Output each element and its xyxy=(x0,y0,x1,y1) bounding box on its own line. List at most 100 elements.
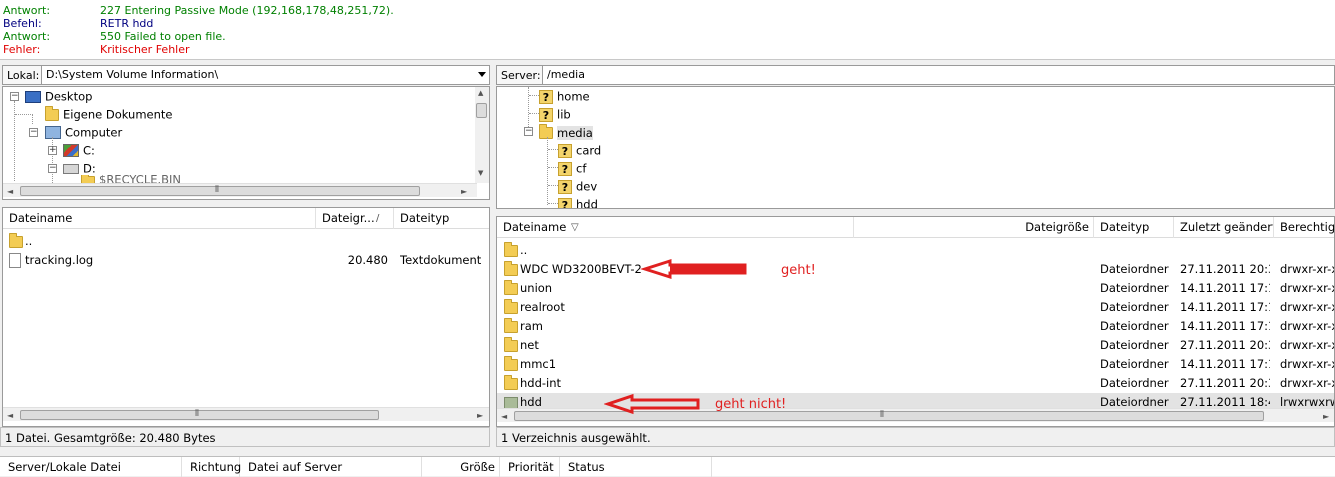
annotation-arrow-fails xyxy=(604,393,700,415)
column-modified[interactable]: Zuletzt geändert xyxy=(1174,217,1274,238)
file-name: union xyxy=(520,281,553,295)
message-log[interactable]: Antwort: 227 Entering Passive Mode (192,1… xyxy=(0,0,1335,60)
column-permissions[interactable]: Berechtigu xyxy=(1274,217,1334,238)
file-name: mmc1 xyxy=(520,357,557,371)
log-text: Kritischer Fehler xyxy=(100,43,190,56)
tree-item-label: home xyxy=(557,89,590,104)
log-text: 227 Entering Passive Mode (192,168,178,4… xyxy=(100,4,394,17)
expand-toggle[interactable]: + xyxy=(48,146,57,155)
column-name[interactable]: Dateiname ▽ xyxy=(497,217,854,238)
collapse-toggle[interactable]: − xyxy=(524,127,533,136)
scroll-left-icon[interactable]: ◄ xyxy=(7,411,13,420)
file-modified: 27.11.2011 20:3... xyxy=(1180,262,1270,276)
list-item[interactable]: hdd-int Dateiordner 27.11.2011 20:3... d… xyxy=(497,374,1334,393)
horizontal-scrollbar[interactable]: ◄ ⦀ ► xyxy=(3,407,489,421)
local-path-input[interactable]: D:\System Volume Information\ xyxy=(41,65,490,85)
file-permissions: drwxr-xr-x xyxy=(1280,357,1335,371)
tree-item-dev[interactable]: ? dev xyxy=(558,177,597,195)
folder-icon xyxy=(504,299,518,314)
scroll-left-icon[interactable]: ◄ xyxy=(501,412,507,421)
sort-indicator-icon: ▽ xyxy=(571,222,579,233)
list-item[interactable]: mmc1 Dateiordner 14.11.2011 17:1... drwx… xyxy=(497,355,1334,374)
column-size[interactable]: Dateigr... / xyxy=(316,208,394,229)
tree-item-label: Desktop xyxy=(45,89,93,104)
list-item[interactable]: net Dateiordner 27.11.2011 20:3... drwxr… xyxy=(497,336,1334,355)
queue-column-status[interactable]: Status xyxy=(560,457,712,477)
file-name: hdd-int xyxy=(520,376,562,390)
tree-item-desktop[interactable]: Desktop xyxy=(25,87,92,105)
column-type[interactable]: Dateityp xyxy=(1094,217,1174,238)
collapse-toggle[interactable]: − xyxy=(48,164,57,173)
file-modified: 14.11.2011 17:1... xyxy=(1180,281,1270,295)
queue-column-direction[interactable]: Richtung xyxy=(182,457,241,477)
vertical-scrollbar[interactable]: ▲ ▼ xyxy=(475,87,489,183)
local-file-list[interactable]: Dateiname Dateigr... / Dateityp .. track… xyxy=(2,207,490,427)
remote-tree[interactable]: ? home ? lib − media ? card ? cf ? dev ? hdd xyxy=(496,86,1335,209)
queue-column-size[interactable]: Größe xyxy=(422,457,500,477)
list-item[interactable]: .. xyxy=(497,241,1334,260)
log-line: Antwort: 550 Failed to open file. xyxy=(3,30,226,43)
tree-item-label: dev xyxy=(576,179,598,194)
file-type: Dateiordner xyxy=(1100,357,1169,371)
list-item[interactable]: ram Dateiordner 14.11.2011 17:1... drwxr… xyxy=(497,317,1334,336)
tree-item-label: $RECYCLE.BIN xyxy=(99,175,182,183)
collapse-toggle[interactable]: − xyxy=(29,128,38,137)
unknown-folder-icon: ? xyxy=(539,89,553,104)
unknown-folder-icon: ? xyxy=(539,107,553,122)
unknown-folder-icon: ? xyxy=(558,161,572,176)
folder-icon xyxy=(504,280,518,295)
collapse-toggle[interactable]: − xyxy=(10,92,19,101)
tree-item-eigene-dokumente[interactable]: Eigene Dokumente xyxy=(45,105,173,123)
tree-item-home[interactable]: ? home xyxy=(539,87,590,105)
horizontal-scrollbar[interactable]: ◄ ⦀ ► xyxy=(3,183,477,197)
tree-item-cf[interactable]: ? cf xyxy=(558,159,586,177)
file-name: WDC WD3200BEVT-2 xyxy=(520,262,642,276)
remote-path-input[interactable]: /media xyxy=(542,65,1335,85)
tree-item-label: Computer xyxy=(65,125,123,140)
scroll-down-icon[interactable]: ▼ xyxy=(478,169,483,177)
list-item[interactable]: union Dateiordner 14.11.2011 17:1... drw… xyxy=(497,279,1334,298)
local-path-bar: Lokal: D:\System Volume Information\ xyxy=(2,65,490,85)
unknown-folder-icon: ? xyxy=(558,143,572,158)
file-name: realroot xyxy=(520,300,565,314)
tree-item-hdd[interactable]: ? hdd xyxy=(558,195,598,209)
chevron-down-icon[interactable] xyxy=(478,72,486,77)
scroll-right-icon[interactable]: ► xyxy=(477,411,483,420)
column-size[interactable]: Dateigröße xyxy=(854,217,1094,238)
scroll-thumb[interactable] xyxy=(20,186,420,196)
annotation-fails: geht nicht! xyxy=(715,397,787,412)
tree-item-lib[interactable]: ? lib xyxy=(539,105,571,123)
tree-item-computer[interactable]: Computer xyxy=(45,123,122,141)
list-item[interactable]: .. xyxy=(3,232,489,251)
tree-item-label: cf xyxy=(576,161,587,176)
file-type: Dateiordner xyxy=(1100,300,1169,314)
scroll-thumb[interactable] xyxy=(20,410,379,420)
scroll-right-icon[interactable]: ► xyxy=(461,187,467,196)
scroll-up-icon[interactable]: ▲ xyxy=(478,89,483,97)
list-item[interactable]: realroot Dateiordner 14.11.2011 17:1... … xyxy=(497,298,1334,317)
queue-column-priority[interactable]: Priorität xyxy=(500,457,560,477)
local-tree[interactable]: − Desktop Eigene Dokumente − Computer + … xyxy=(2,86,490,200)
queue-column-remote-file[interactable]: Datei auf Server xyxy=(240,457,422,477)
tree-item-c[interactable]: C: xyxy=(63,141,95,159)
scroll-right-icon[interactable]: ► xyxy=(1323,412,1329,421)
file-permissions: drwxr-xr-x xyxy=(1280,376,1335,390)
file-type: Dateiordner xyxy=(1100,338,1169,352)
local-column-header: Dateiname Dateigr... / Dateityp xyxy=(3,208,489,229)
folder-icon xyxy=(504,261,518,276)
list-item[interactable]: tracking.log 20.480 Textdokument xyxy=(3,251,489,270)
column-type[interactable]: Dateityp xyxy=(394,208,489,229)
tree-item-label: hdd xyxy=(576,197,598,209)
file-modified: 14.11.2011 17:1... xyxy=(1180,300,1270,314)
file-modified: 14.11.2011 17:1... xyxy=(1180,357,1270,371)
tree-item-recycle-bin[interactable]: $RECYCLE.BIN xyxy=(81,175,181,183)
log-text: RETR hdd xyxy=(100,17,154,30)
file-modified: 27.11.2011 20:3... xyxy=(1180,338,1270,352)
tree-item-label: media xyxy=(557,125,593,140)
scroll-left-icon[interactable]: ◄ xyxy=(7,187,13,196)
column-name[interactable]: Dateiname xyxy=(3,208,316,229)
queue-column-file[interactable]: Server/Lokale Datei xyxy=(0,457,182,477)
list-item[interactable]: WDC WD3200BEVT-2 Dateiordner 27.11.2011 … xyxy=(497,260,1334,279)
scroll-thumb[interactable] xyxy=(476,103,487,118)
tree-item-card[interactable]: ? card xyxy=(558,141,601,159)
